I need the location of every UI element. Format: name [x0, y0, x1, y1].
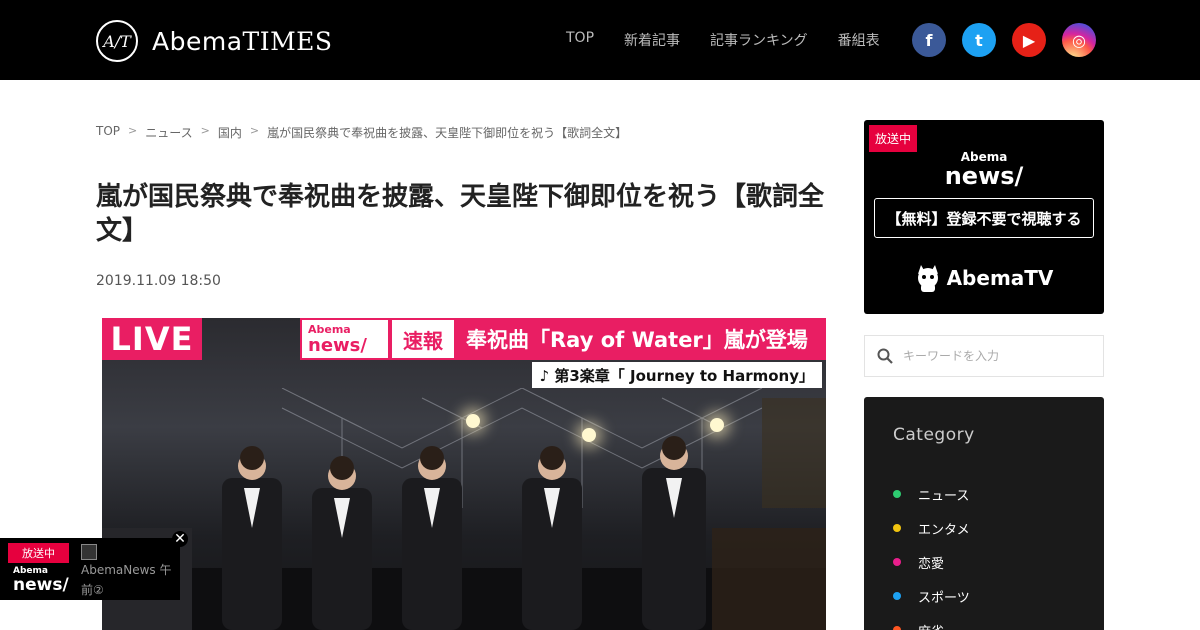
category-panel: Category ニュース エンタメ 恋愛 スポーツ 麻雀 — [864, 397, 1104, 630]
article-hero-image: LIVE Abema news/ 速報 奉祝曲「Ray of Water」嵐が登場… — [102, 318, 826, 630]
category-entertainment[interactable]: エンタメ — [893, 511, 970, 545]
main-nav: TOP 新着記事 記事ランキング 番組表 — [566, 30, 910, 50]
chevron-right-icon: > — [249, 124, 260, 137]
facebook-icon[interactable]: f — [912, 23, 946, 57]
performers-graphic — [102, 436, 826, 630]
breadcrumb-current: 嵐が国民祭典で奉祝曲を披露、天皇陛下御即位を祝う【歌詞全文】 — [267, 126, 628, 140]
floating-mini-player[interactable]: 放送中 Abema news/ AbemaNews 午前② — [0, 538, 180, 600]
mini-program-title: AbemaNews 午前② — [81, 563, 172, 597]
abema-news-logo: Abema news/ — [302, 320, 388, 358]
category-label: エンタメ — [918, 522, 970, 538]
search-icon[interactable] — [877, 348, 893, 364]
category-dot-icon — [893, 626, 901, 630]
category-love[interactable]: 恋愛 — [893, 545, 970, 579]
on-air-badge: 放送中 — [869, 125, 918, 152]
category-dot-icon — [893, 524, 901, 532]
chevron-right-icon: > — [200, 124, 210, 137]
logo-mark-icon: A/T — [96, 20, 138, 62]
nav-schedule[interactable]: 番組表 — [838, 30, 880, 50]
category-list: ニュース エンタメ 恋愛 スポーツ 麻雀 — [893, 477, 970, 630]
category-label: 恋愛 — [918, 556, 945, 572]
watch-free-button[interactable]: 【無料】登録不要で視聴する — [874, 198, 1094, 238]
site-header: A/T AbemaTIMES TOP 新着記事 記事ランキング 番組表 f t … — [0, 0, 1200, 80]
broken-image-icon — [81, 544, 97, 560]
breadcrumb-news[interactable]: ニュース — [145, 124, 192, 141]
category-dot-icon — [893, 558, 901, 566]
mini-on-air-badge: 放送中 — [8, 543, 69, 563]
category-label: 麻雀 — [918, 621, 944, 630]
category-label: スポーツ — [918, 590, 970, 606]
search-box — [864, 335, 1104, 377]
nav-new-articles[interactable]: 新着記事 — [624, 30, 680, 50]
nav-top[interactable]: TOP — [566, 30, 594, 50]
mini-logo-big: news/ — [13, 575, 69, 595]
youtube-icon[interactable]: ▶ — [1012, 23, 1046, 57]
logo-times: TIMES — [242, 26, 333, 56]
site-logo[interactable]: A/T AbemaTIMES — [96, 20, 333, 62]
breadcrumb-top[interactable]: TOP — [96, 124, 120, 141]
category-news[interactable]: ニュース — [893, 477, 970, 511]
telop-bar: Abema news/ 速報 奉祝曲「Ray of Water」嵐が登場 — [300, 318, 826, 360]
article-date: 2019.11.09 18:50 — [96, 273, 221, 289]
live-channel-promo[interactable]: 放送中 Abema news/ 【無料】登録不要で視聴する AbemaTV — [864, 120, 1104, 314]
close-icon[interactable]: ✕ — [172, 531, 188, 547]
breaking-news-label: 速報 — [392, 320, 454, 358]
news-logo-big: news/ — [308, 335, 367, 356]
logo-word: Abema — [152, 26, 243, 56]
twitter-icon[interactable]: t — [962, 23, 996, 57]
breadcrumb: TOP > ニュース > 国内 > 嵐が国民祭典で奉祝曲を披露、天皇陛下御即位を… — [96, 124, 627, 141]
abema-mascot-icon — [917, 265, 938, 292]
category-mahjong[interactable]: 麻雀 — [893, 613, 970, 630]
abematv-logo: AbemaTV — [864, 264, 1104, 292]
category-sports[interactable]: スポーツ — [893, 579, 970, 613]
category-title: Category — [893, 425, 975, 445]
mini-news-logo: Abema news/ — [13, 566, 69, 595]
category-dot-icon — [893, 592, 901, 600]
logo-text: AbemaTIMES — [152, 27, 333, 56]
song-caption: ♪ 第3楽章「 Journey to Harmony」 — [531, 362, 822, 388]
chevron-right-icon: > — [128, 124, 138, 137]
abema-news-logo: Abema news/ — [864, 150, 1104, 188]
breadcrumb-domestic[interactable]: 国内 — [218, 124, 242, 141]
nav-ranking[interactable]: 記事ランキング — [710, 30, 808, 50]
search-input[interactable] — [903, 349, 1093, 363]
category-label: ニュース — [918, 488, 970, 504]
article-title: 嵐が国民祭典で奉祝曲を披露、天皇陛下御即位を祝う【歌詞全文】 — [96, 182, 825, 246]
telop-headline: 奉祝曲「Ray of Water」嵐が登場 — [466, 328, 808, 352]
live-badge: LIVE — [102, 318, 202, 360]
abematv-label: AbemaTV — [946, 266, 1054, 290]
instagram-icon[interactable]: ◎ — [1062, 23, 1096, 57]
channel-logo-big: news/ — [944, 162, 1024, 190]
category-dot-icon — [893, 490, 901, 498]
